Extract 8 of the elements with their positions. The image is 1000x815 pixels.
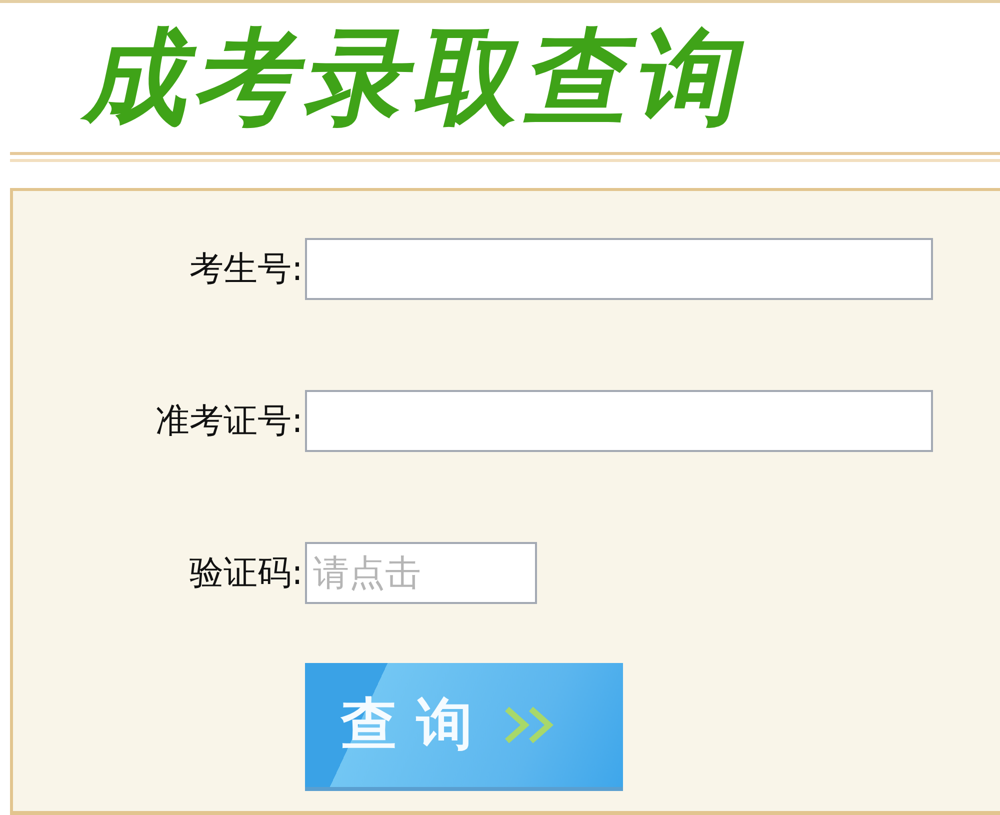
captcha-field[interactable]: 请点击: [305, 542, 537, 604]
input-field[interactable]: [305, 390, 933, 452]
field-label: 验证码:: [188, 552, 303, 595]
query-button[interactable]: 查 询: [305, 663, 623, 791]
field-label: 考生号:: [188, 248, 303, 291]
input-field[interactable]: [305, 238, 933, 300]
field-label: 准考证号:: [154, 400, 303, 443]
page-title: 成考录取查询: [78, 24, 762, 128]
